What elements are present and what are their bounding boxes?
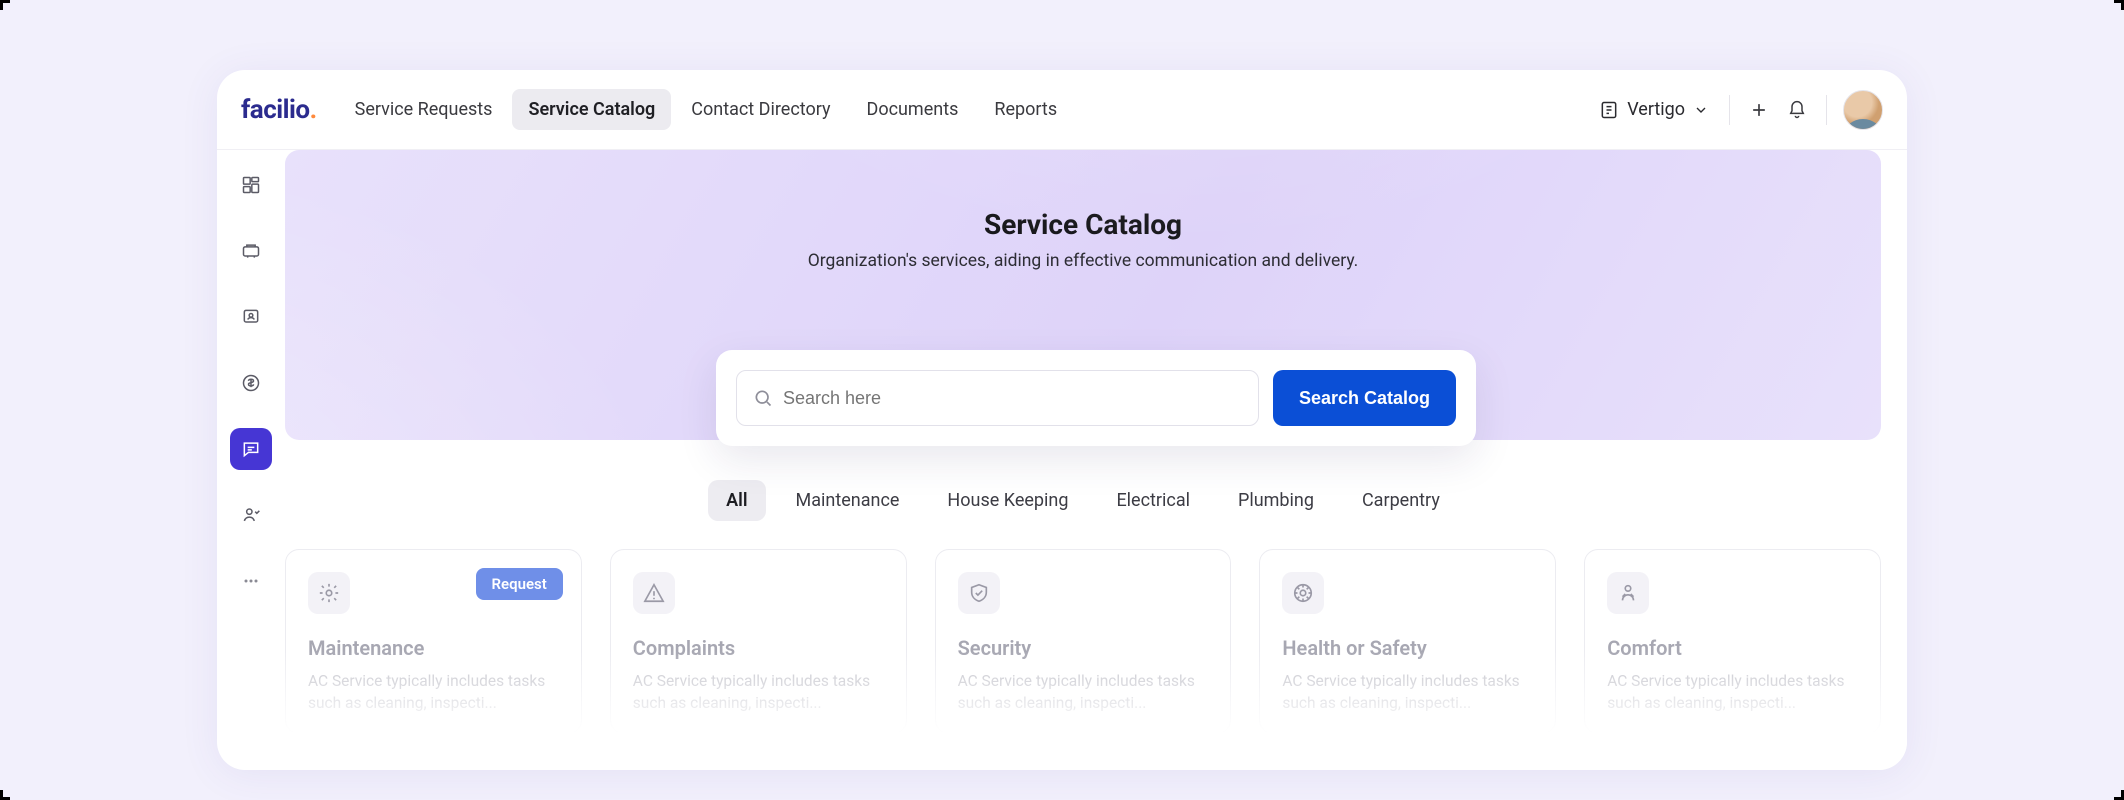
filter-housekeeping[interactable]: House Keeping [929,480,1086,521]
chat-icon [241,439,261,459]
filter-plumbing[interactable]: Plumbing [1220,480,1332,521]
card-title: Health or Safety [1282,636,1533,660]
add-button[interactable] [1740,91,1778,129]
user-icon [241,505,261,525]
request-button[interactable]: Request [476,568,563,600]
sidebar [217,150,285,770]
main-content: Service Catalog Organization's services,… [285,150,1907,770]
workspace-switcher[interactable]: Vertigo [1589,93,1719,126]
more-icon [241,571,261,591]
filter-all[interactable]: All [708,480,765,521]
safety-icon [1282,572,1324,614]
filter-tabs: All Maintenance House Keeping Electrical… [285,480,1881,521]
service-card-comfort[interactable]: Comfort AC Service typically includes ta… [1584,549,1881,734]
page-subtitle: Organization's services, aiding in effec… [285,251,1881,271]
shield-icon [958,572,1000,614]
nav-service-requests[interactable]: Service Requests [339,89,509,130]
contact-icon [241,307,261,327]
search-catalog-button[interactable]: Search Catalog [1273,370,1456,426]
card-title: Maintenance [308,636,559,660]
filter-carpentry[interactable]: Carpentry [1344,480,1458,521]
brand-logo: facilio. [241,95,317,125]
sidebar-more[interactable] [230,560,272,602]
nav-documents[interactable]: Documents [851,89,975,130]
sidebar-item-messages[interactable] [230,428,272,470]
building-icon [1599,100,1619,120]
service-card-security[interactable]: Security AC Service typically includes t… [935,549,1232,734]
service-card-grid: Request Maintenance AC Service typically… [285,549,1881,744]
topbar: facilio. Service Requests Service Catalo… [217,70,1907,150]
comfort-icon [1607,572,1649,614]
card-desc: AC Service typically includes tasks such… [1607,670,1858,715]
card-title: Complaints [633,636,884,660]
assets-icon [241,241,261,261]
alert-icon [633,572,675,614]
app-window: facilio. Service Requests Service Catalo… [217,70,1907,770]
page-title: Service Catalog [285,208,1881,241]
sidebar-item-billing[interactable] [230,362,272,404]
search-icon [753,388,773,408]
search-input-wrap[interactable] [736,370,1259,426]
sidebar-item-assets[interactable] [230,230,272,272]
brand-name: facilio [241,95,310,125]
card-desc: AC Service typically includes tasks such… [308,670,559,715]
card-title: Security [958,636,1209,660]
notifications-button[interactable] [1778,91,1816,129]
search-panel: Search Catalog [716,350,1476,446]
filter-maintenance[interactable]: Maintenance [778,480,918,521]
sidebar-item-contacts[interactable] [230,296,272,338]
top-nav: Service Requests Service Catalog Contact… [339,89,1073,130]
search-input[interactable] [783,388,1242,409]
bell-icon [1787,100,1807,120]
nav-reports[interactable]: Reports [978,89,1073,130]
card-desc: AC Service typically includes tasks such… [958,670,1209,715]
sidebar-item-users[interactable] [230,494,272,536]
filter-electrical[interactable]: Electrical [1098,480,1208,521]
sidebar-item-dashboard[interactable] [230,164,272,206]
avatar[interactable] [1843,90,1883,130]
divider [1729,95,1730,125]
card-desc: AC Service typically includes tasks such… [633,670,884,715]
gear-icon [308,572,350,614]
service-card-complaints[interactable]: Complaints AC Service typically includes… [610,549,907,734]
nav-contact-directory[interactable]: Contact Directory [675,89,846,130]
service-card-maintenance[interactable]: Request Maintenance AC Service typically… [285,549,582,734]
dashboard-icon [241,175,261,195]
plus-icon [1749,100,1769,120]
divider [1826,95,1827,125]
nav-service-catalog[interactable]: Service Catalog [512,89,671,130]
workspace-name: Vertigo [1627,99,1685,120]
card-desc: AC Service typically includes tasks such… [1282,670,1533,715]
service-card-health-safety[interactable]: Health or Safety AC Service typically in… [1259,549,1556,734]
billing-icon [241,373,261,393]
card-title: Comfort [1607,636,1858,660]
chevron-down-icon [1693,102,1709,118]
